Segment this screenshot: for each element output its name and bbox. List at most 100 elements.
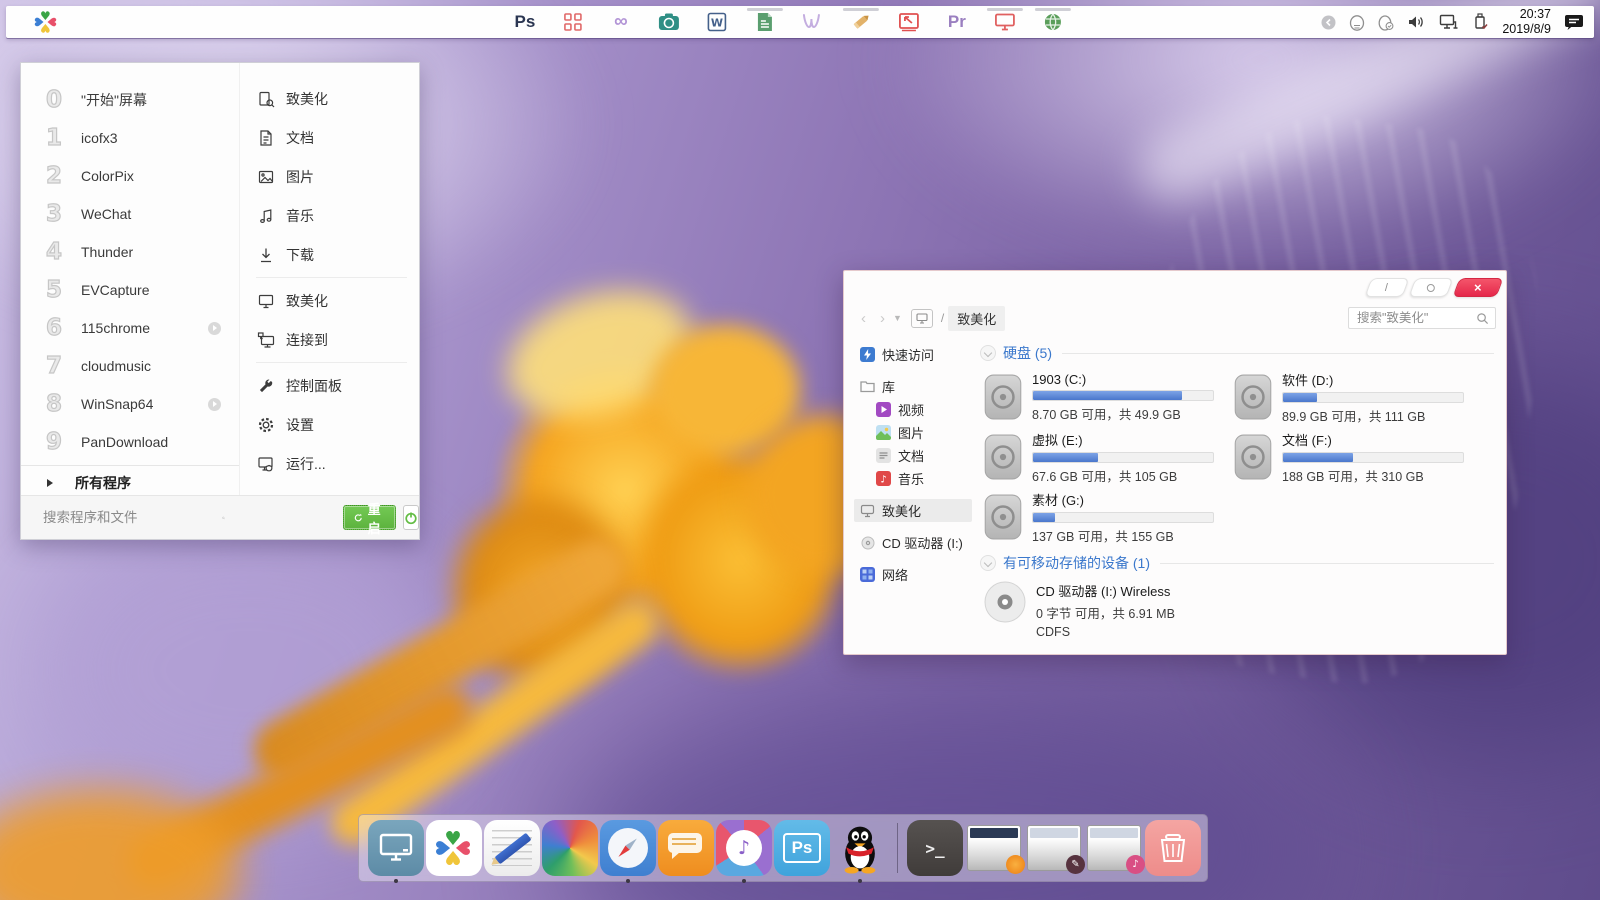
- dock-notes[interactable]: [484, 820, 540, 876]
- start-search-input[interactable]: [41, 509, 222, 526]
- drive-d[interactable]: 软件 (D:) 89.9 GB 可用，共 111 GB: [1234, 367, 1484, 427]
- menu-item-start-screen[interactable]: 0"开始"屏幕: [21, 81, 239, 119]
- minimized-window-music[interactable]: ♪: [1087, 825, 1141, 871]
- dock-photoshop[interactable]: Ps: [774, 820, 830, 876]
- sidebar-network[interactable]: 网络: [854, 563, 972, 586]
- drive-c[interactable]: 1903 (C:) 8.70 GB 可用，共 49.9 GB: [984, 367, 1234, 427]
- menu-item-icofx3[interactable]: 1icofx3: [21, 119, 239, 157]
- power-button[interactable]: [403, 505, 419, 530]
- moth-launcher[interactable]: [800, 6, 826, 38]
- computer-breadcrumb-icon[interactable]: [911, 309, 933, 328]
- qq-status-tray-icon[interactable]: [1378, 14, 1394, 31]
- volume-icon[interactable]: [1407, 14, 1426, 30]
- picture-icon: [256, 167, 276, 187]
- display-launcher[interactable]: [992, 6, 1018, 38]
- menu-item-settings[interactable]: 设置: [240, 405, 421, 444]
- expand-arrow-icon[interactable]: [208, 398, 221, 411]
- back-button[interactable]: ‹: [854, 310, 873, 327]
- collapse-icon[interactable]: [980, 345, 996, 361]
- sidebar-pictures[interactable]: 图片: [854, 421, 972, 444]
- dock-trash[interactable]: [1145, 820, 1201, 876]
- menu-item-colorpix[interactable]: 2ColorPix: [21, 157, 239, 195]
- pencil-launcher[interactable]: [848, 6, 874, 38]
- browser-launcher[interactable]: [1040, 6, 1066, 38]
- menu-item-115chrome[interactable]: 6115chrome: [21, 309, 239, 347]
- notification-center-icon[interactable]: [1564, 13, 1584, 32]
- explorer-search-input[interactable]: [1355, 310, 1476, 326]
- sidebar-cd-drive[interactable]: CD 驱动器 (I:): [854, 531, 972, 554]
- section-removable[interactable]: 有可移动存储的设备 (1): [980, 553, 1494, 573]
- menu-item-computer[interactable]: 致美化: [240, 281, 421, 320]
- premiere-launcher[interactable]: Pr: [944, 6, 970, 38]
- sidebar-library[interactable]: 库: [854, 375, 972, 398]
- digit-5-icon: 5: [41, 277, 67, 303]
- drive-f[interactable]: 文档 (F:) 188 GB 可用，共 310 GB: [1234, 427, 1484, 487]
- digit-0-icon: 0: [41, 87, 67, 113]
- dock-displays[interactable]: [368, 820, 424, 876]
- start-logo[interactable]: ♥♥♥♥: [34, 10, 58, 34]
- camera-launcher[interactable]: [656, 6, 682, 38]
- menu-item-pandownload[interactable]: 9PanDownload: [21, 423, 239, 461]
- menu-item-documents[interactable]: 文档: [240, 118, 421, 157]
- menu-item-downloads[interactable]: 下载: [240, 235, 421, 274]
- history-dropdown-icon[interactable]: ▼: [892, 313, 907, 323]
- menu-item-thunder[interactable]: 4Thunder: [21, 233, 239, 271]
- qq-tray-icon[interactable]: [1349, 14, 1365, 31]
- explorer-search[interactable]: [1348, 307, 1496, 329]
- menu-item-music[interactable]: 音乐: [240, 196, 421, 235]
- menu-item-evcapture[interactable]: 5EVCapture: [21, 271, 239, 309]
- menu-item-user-folder[interactable]: 致美化: [240, 79, 421, 118]
- menu-item-winsnap64[interactable]: 8WinSnap64: [21, 385, 239, 423]
- menu-item-control-panel[interactable]: 控制面板: [240, 366, 421, 405]
- minimized-window-browser[interactable]: [967, 825, 1021, 871]
- sidebar-quick-access[interactable]: 快速访问: [854, 343, 972, 366]
- photoshop-launcher[interactable]: Ps: [512, 6, 538, 38]
- section-hard-disks[interactable]: 硬盘 (5): [980, 343, 1494, 363]
- hidden-icons-chevron-icon[interactable]: [1321, 15, 1336, 30]
- menu-item-wechat[interactable]: 3WeChat: [21, 195, 239, 233]
- sidebar-documents[interactable]: 文档: [854, 444, 972, 467]
- dock-browser[interactable]: [600, 820, 656, 876]
- dock-music[interactable]: ♪: [716, 820, 772, 876]
- minimize-button[interactable]: /: [1365, 278, 1410, 297]
- close-button[interactable]: ×: [1453, 278, 1504, 297]
- infinity-launcher[interactable]: ∞: [608, 6, 634, 38]
- maximize-button[interactable]: [1409, 278, 1454, 297]
- topbar-app-icons: Ps ∞ W Pr: [512, 6, 1066, 38]
- expand-arrow-icon[interactable]: [208, 322, 221, 335]
- forward-button[interactable]: ›: [873, 310, 892, 327]
- word-launcher[interactable]: W: [704, 6, 730, 38]
- flowchart-launcher[interactable]: [560, 6, 586, 38]
- hard-disk-icon: [984, 434, 1022, 480]
- menu-item-connect-to[interactable]: 连接到: [240, 320, 421, 359]
- screen-capture-launcher[interactable]: [896, 6, 922, 38]
- divider: [256, 362, 407, 363]
- cd-drive-item[interactable]: CD 驱动器 (I:) Wireless 0 字节 可用，共 6.91 MB C…: [984, 581, 1494, 639]
- collapse-icon[interactable]: [980, 555, 996, 571]
- network-icon[interactable]: [1439, 14, 1459, 30]
- all-programs-button[interactable]: 所有程序: [21, 468, 239, 498]
- start-menu-places: 致美化 文档 图片 音乐 下载 致美化: [239, 63, 421, 497]
- dock-qq[interactable]: [832, 820, 888, 876]
- dock-terminal[interactable]: >_: [907, 820, 963, 876]
- dock-photos[interactable]: [542, 820, 598, 876]
- start-search[interactable]: [21, 509, 239, 526]
- breadcrumb-location[interactable]: 致美化: [948, 306, 1005, 331]
- usb-device-icon[interactable]: [1472, 13, 1489, 31]
- window-header: [1090, 828, 1138, 838]
- clock[interactable]: 20:37 2019/8/9: [1502, 7, 1551, 37]
- menu-item-run[interactable]: 运行...: [240, 444, 421, 483]
- restart-button[interactable]: 重启: [343, 505, 396, 530]
- sidebar-music[interactable]: ♪ 音乐: [854, 467, 972, 490]
- sidebar-videos[interactable]: 视频: [854, 398, 972, 421]
- menu-item-cloudmusic[interactable]: 7cloudmusic: [21, 347, 239, 385]
- premiere-icon: Pr: [948, 12, 966, 32]
- sidebar-this-pc[interactable]: 致美化: [854, 499, 972, 522]
- dock-messages[interactable]: [658, 820, 714, 876]
- drive-e[interactable]: 虚拟 (E:) 67.6 GB 可用，共 105 GB: [984, 427, 1234, 487]
- menu-item-pictures[interactable]: 图片: [240, 157, 421, 196]
- drive-g[interactable]: 素材 (G:) 137 GB 可用，共 155 GB: [984, 487, 1234, 547]
- dock-launcher[interactable]: ♥♥♥♥: [426, 820, 482, 876]
- minimized-window-editor[interactable]: ✎: [1027, 825, 1081, 871]
- wps-writer-launcher[interactable]: [752, 6, 778, 38]
